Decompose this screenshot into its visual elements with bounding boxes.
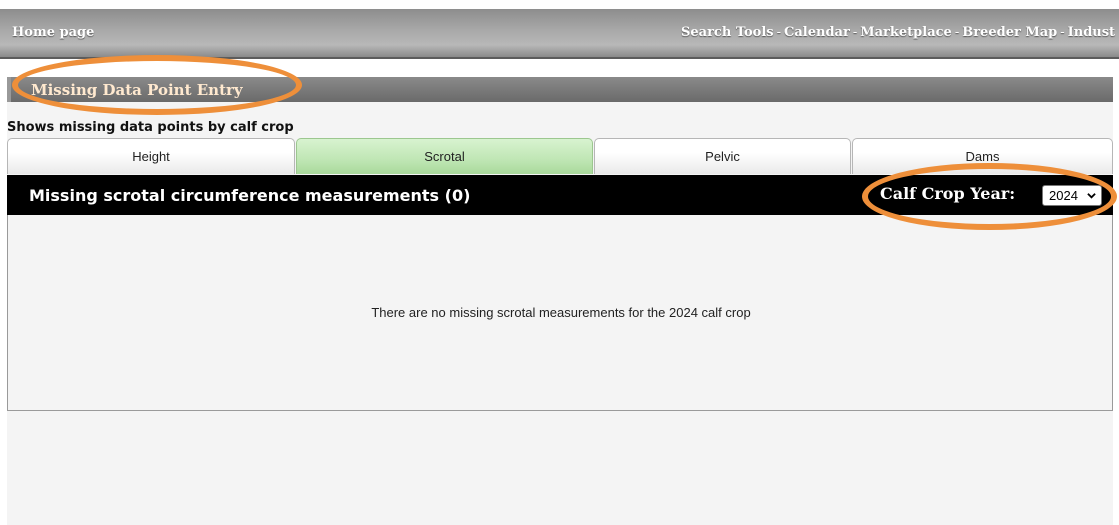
nav-link-calendar[interactable]: Calendar [784, 25, 850, 40]
calf-crop-year-label: Calf Crop Year: [880, 184, 1016, 203]
tab-dams[interactable]: Dams [852, 138, 1113, 174]
page-subtitle: Shows missing data points by calf crop [7, 120, 294, 135]
data-panel-body: There are no missing scrotal measurement… [7, 215, 1113, 411]
page-title: Missing Data Point Entry [31, 81, 243, 99]
main-content: Missing Data Point Entry Shows missing d… [7, 77, 1113, 525]
tab-height[interactable]: Height [7, 138, 295, 174]
section-header: Missing Data Point Entry [7, 77, 1113, 102]
tab-bar: Height Scrotal Pelvic Dams [7, 138, 1113, 174]
empty-state-message: There are no missing scrotal measurement… [371, 305, 751, 320]
nav-link-marketplace[interactable]: Marketplace [860, 25, 952, 40]
chevron-down-icon [1087, 187, 1096, 203]
data-panel-header: Missing scrotal circumference measuremen… [7, 175, 1113, 215]
nav-separator: - [954, 25, 960, 40]
nav-link-industry[interactable]: Indust [1068, 25, 1115, 40]
data-panel-title: Missing scrotal circumference measuremen… [29, 186, 471, 205]
nav-link-breeder-map[interactable]: Breeder Map [962, 25, 1057, 40]
nav-separator: - [776, 25, 782, 40]
home-page-link[interactable]: Home page [12, 25, 94, 40]
nav-links: Search Tools - Calendar - Marketplace - Breede… [681, 25, 1115, 40]
nav-link-search-tools[interactable]: Search Tools [681, 25, 774, 40]
tab-pelvic[interactable]: Pelvic [594, 138, 851, 174]
nav-separator: - [1060, 25, 1065, 40]
page: Home page Search Tools - Calendar - Marketpl… [0, 0, 1119, 525]
nav-separator: - [852, 25, 858, 40]
top-navigation-bar: Home page Search Tools - Calendar - Marketpl… [0, 9, 1119, 59]
calf-crop-year-select[interactable]: 2024 [1042, 185, 1102, 206]
calf-crop-year-value: 2024 [1049, 188, 1078, 203]
tab-scrotal[interactable]: Scrotal [296, 138, 593, 174]
